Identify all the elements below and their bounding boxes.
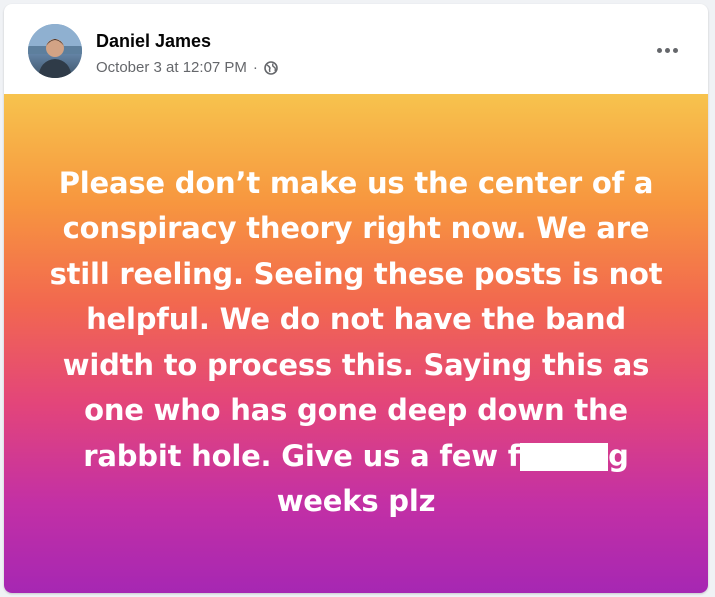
post-timestamp[interactable]: October 3 at 12:07 PM <box>96 59 247 76</box>
author-name[interactable]: Daniel James <box>96 31 211 52</box>
avatar-image <box>28 24 82 78</box>
post-header: Daniel James October 3 at 12:07 PM · <box>4 4 708 94</box>
post-background: Please don’t make us the center of a con… <box>4 94 708 593</box>
redaction-box <box>520 442 609 471</box>
avatar[interactable] <box>28 24 82 78</box>
globe-icon[interactable] <box>264 60 278 75</box>
more-options-icon[interactable] <box>652 38 682 62</box>
meta-separator: · <box>252 59 258 76</box>
post-card: Daniel James October 3 at 12:07 PM · Ple… <box>4 4 708 593</box>
post-meta: October 3 at 12:07 PM · <box>96 59 278 76</box>
post-text: Please don’t make us the center of a con… <box>46 161 666 525</box>
post-text-part-1: Please don’t make us the center of a con… <box>49 165 663 473</box>
